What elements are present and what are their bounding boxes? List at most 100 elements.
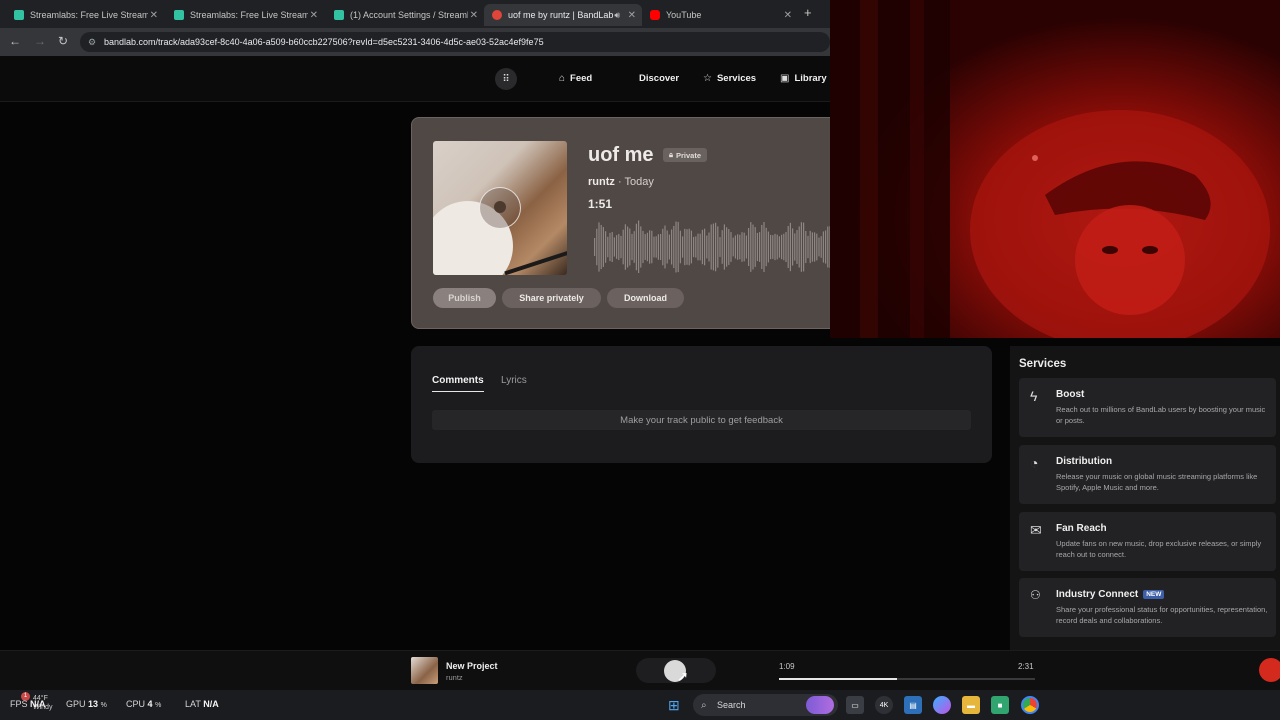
waveform-bar <box>631 233 633 261</box>
seek-bar[interactable] <box>779 678 1035 680</box>
waveform-bar <box>662 228 664 266</box>
service-name-text: Industry Connect <box>1056 589 1139 600</box>
tab-lyrics[interactable]: Lyrics <box>501 375 527 386</box>
waveform-bar <box>803 222 805 272</box>
copilot-icon[interactable] <box>933 696 951 714</box>
service-boost[interactable]: ϟ Boost Reach out to millions of BandLab… <box>1019 378 1276 437</box>
waveform-bar <box>772 235 774 259</box>
share-privately-button[interactable]: Share privately <box>502 288 601 308</box>
lat-label: LAT <box>185 699 201 709</box>
streamlabs-app-icon[interactable]: ■ <box>991 696 1009 714</box>
waveform-bar <box>816 233 818 261</box>
waveform-bar <box>618 233 620 261</box>
site-info-icon[interactable]: ⚙ <box>88 37 96 48</box>
task-view-icon[interactable]: ▭ <box>846 696 864 714</box>
chrome-icon[interactable] <box>1021 696 1039 714</box>
url-field[interactable]: ⚙ bandlab.com/track/ada93cef-8c40-4a06-a… <box>80 32 830 52</box>
webcam-image <box>830 0 1280 338</box>
waveform[interactable] <box>594 215 841 273</box>
back-arrow-icon[interactable]: ← <box>9 34 21 48</box>
close-tab-icon[interactable]: ✕ <box>784 10 792 21</box>
browser-tab-active[interactable]: uof me by runtz | BandLab 🔊︎ ✕ <box>484 4 642 26</box>
waveform-bar <box>620 235 622 259</box>
service-name-text: Distribution <box>1056 456 1113 467</box>
browser-tab[interactable]: YouTube ✕ <box>642 4 798 26</box>
waveform-bar <box>627 226 629 268</box>
waveform-bar <box>706 235 708 259</box>
waveform-bar <box>710 224 712 270</box>
artist-name[interactable]: runtz <box>588 176 615 188</box>
windows-start-icon[interactable]: ⊞ <box>668 697 680 714</box>
waveform-bar <box>688 228 690 266</box>
forward-arrow-icon[interactable]: → <box>34 34 46 48</box>
nav-label: Feed <box>570 73 593 84</box>
fps-value: N/A <box>30 699 46 709</box>
browser-tab[interactable]: (1) Account Settings / Streamlab ✕ <box>326 4 484 26</box>
fps-stat: FPS N/A <box>10 699 46 709</box>
close-tab-icon[interactable]: ✕ <box>628 10 636 21</box>
close-tab-icon[interactable]: ✕ <box>150 10 158 21</box>
waveform-bar <box>699 233 701 261</box>
nav-services[interactable]: ☆ Services <box>703 73 756 84</box>
download-button[interactable]: Download <box>607 288 684 308</box>
player-project-name[interactable]: New Project <box>446 661 498 671</box>
cover-play-overlay[interactable] <box>479 187 521 229</box>
waveform-bar <box>792 228 794 266</box>
cover-art-collar <box>504 246 567 275</box>
browser-tab[interactable]: Streamlabs: Free Live Streaming ✕ <box>6 4 164 26</box>
tab-comments[interactable]: Comments <box>432 375 484 392</box>
player-artist[interactable]: runtz <box>446 673 463 682</box>
track-cover-art[interactable] <box>433 141 567 275</box>
tab-title: uof me by runtz | BandLab <box>508 10 614 20</box>
service-fan-reach[interactable]: ✉ Fan Reach Update fans on new music, dr… <box>1019 512 1276 571</box>
nav-feed[interactable]: ⌂ Feed <box>559 73 592 84</box>
waveform-bar <box>756 232 758 262</box>
waveform-bar <box>721 230 723 264</box>
bandlab-favicon-icon <box>492 10 502 20</box>
taskbar-search[interactable]: ⌕ Search <box>693 694 838 716</box>
cpu-value: 4 <box>147 699 153 709</box>
tab-title: Streamlabs: Free Live Streaming <box>30 10 148 20</box>
cpu-unit: % <box>155 702 162 709</box>
waveform-bar <box>796 230 798 264</box>
waveform-bar <box>697 233 699 261</box>
close-tab-icon[interactable]: ✕ <box>470 10 478 21</box>
waveform-bar <box>644 234 646 260</box>
waveform-bar <box>622 229 624 265</box>
bing-icon[interactable] <box>806 696 834 714</box>
browser-tab[interactable]: Streamlabs: Free Live Streaming ✕ <box>166 4 324 26</box>
waveform-bar <box>653 236 655 258</box>
waveform-bar <box>679 230 681 264</box>
waveform-bar <box>686 229 688 265</box>
services-panel: Services ϟ Boost Reach out to millions o… <box>1010 346 1280 650</box>
waveform-bar <box>778 236 780 258</box>
waveform-bar <box>682 236 684 258</box>
waveform-bar <box>785 231 787 263</box>
nav-discover[interactable]: Discover <box>639 73 679 84</box>
reload-icon[interactable]: ↻ <box>58 34 68 48</box>
service-distribution[interactable]: ◔ Distribution Release your music on glo… <box>1019 445 1276 504</box>
youtube-favicon-icon <box>650 10 660 20</box>
waveform-bar <box>765 227 767 267</box>
waveform-bar <box>741 232 743 262</box>
nav-library[interactable]: ▣ Library <box>780 73 827 84</box>
waveform-bar <box>712 223 714 271</box>
meter-app-icon[interactable]: 4K <box>875 696 893 714</box>
waveform-bar <box>770 234 772 260</box>
close-tab-icon[interactable]: ✕ <box>310 10 318 21</box>
new-tab-icon[interactable]: + <box>804 5 812 20</box>
waveform-bar <box>754 227 756 267</box>
apps-grid-icon[interactable]: ⠿ <box>495 68 517 90</box>
service-industry-connect[interactable]: ⚇ Industry Connect NEW Share your profes… <box>1019 578 1276 637</box>
player-thumbnail[interactable] <box>411 657 438 684</box>
store-icon[interactable]: ▤ <box>904 696 922 714</box>
waveform-bar <box>730 232 732 262</box>
publish-button[interactable]: Publish <box>433 288 496 308</box>
waveform-bar <box>677 221 679 273</box>
record-indicator-icon[interactable] <box>1259 658 1280 682</box>
file-explorer-icon[interactable]: ▬ <box>962 696 980 714</box>
new-badge: NEW <box>1143 590 1165 599</box>
tab-title: Streamlabs: Free Live Streaming <box>190 10 308 20</box>
windows-taskbar: 1 44°F Windy FPS N/A GPU 13 % CPU 4 % LA… <box>0 690 1280 720</box>
speaker-icon[interactable]: 🔊︎ <box>614 10 620 21</box>
